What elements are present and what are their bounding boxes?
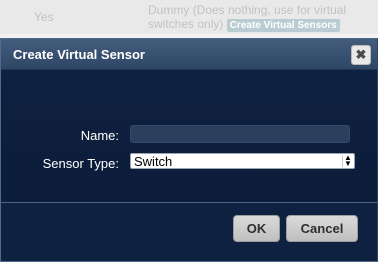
dialog-titlebar[interactable]: Create Virtual Sensor ✖ [1,39,377,70]
ok-button[interactable]: OK [233,215,280,242]
name-row: Name: [1,125,377,145]
chevron-updown-icon: ▲ ▼ [342,154,353,168]
dialog-title: Create Virtual Sensor [13,47,145,62]
sensor-type-row: Sensor Type: Switch ▲ ▼ [1,153,377,173]
name-input[interactable] [130,125,350,143]
background-description-cell: Dummy (Does nothing, use for virtual swi… [148,3,376,32]
close-icon[interactable]: ✖ [351,45,371,65]
name-label: Name: [80,128,119,143]
cancel-button[interactable]: Cancel [286,215,358,242]
sensor-type-select[interactable]: Switch ▲ ▼ [130,153,355,169]
sensor-type-value: Switch [134,154,173,169]
sensor-type-label: Sensor Type: [42,156,119,171]
background-yes-cell: Yes [34,10,54,24]
dialog-footer: OK Cancel [1,203,377,261]
create-virtual-sensor-dialog: Create Virtual Sensor ✖ Name: Sensor Typ… [0,38,378,262]
background-table-row: Yes Dummy (Does nothing, use for virtual… [0,0,378,34]
dialog-content: Name: Sensor Type: Switch ▲ ▼ [1,70,377,202]
create-virtual-sensors-button[interactable]: Create Virtual Sensors [226,19,340,32]
